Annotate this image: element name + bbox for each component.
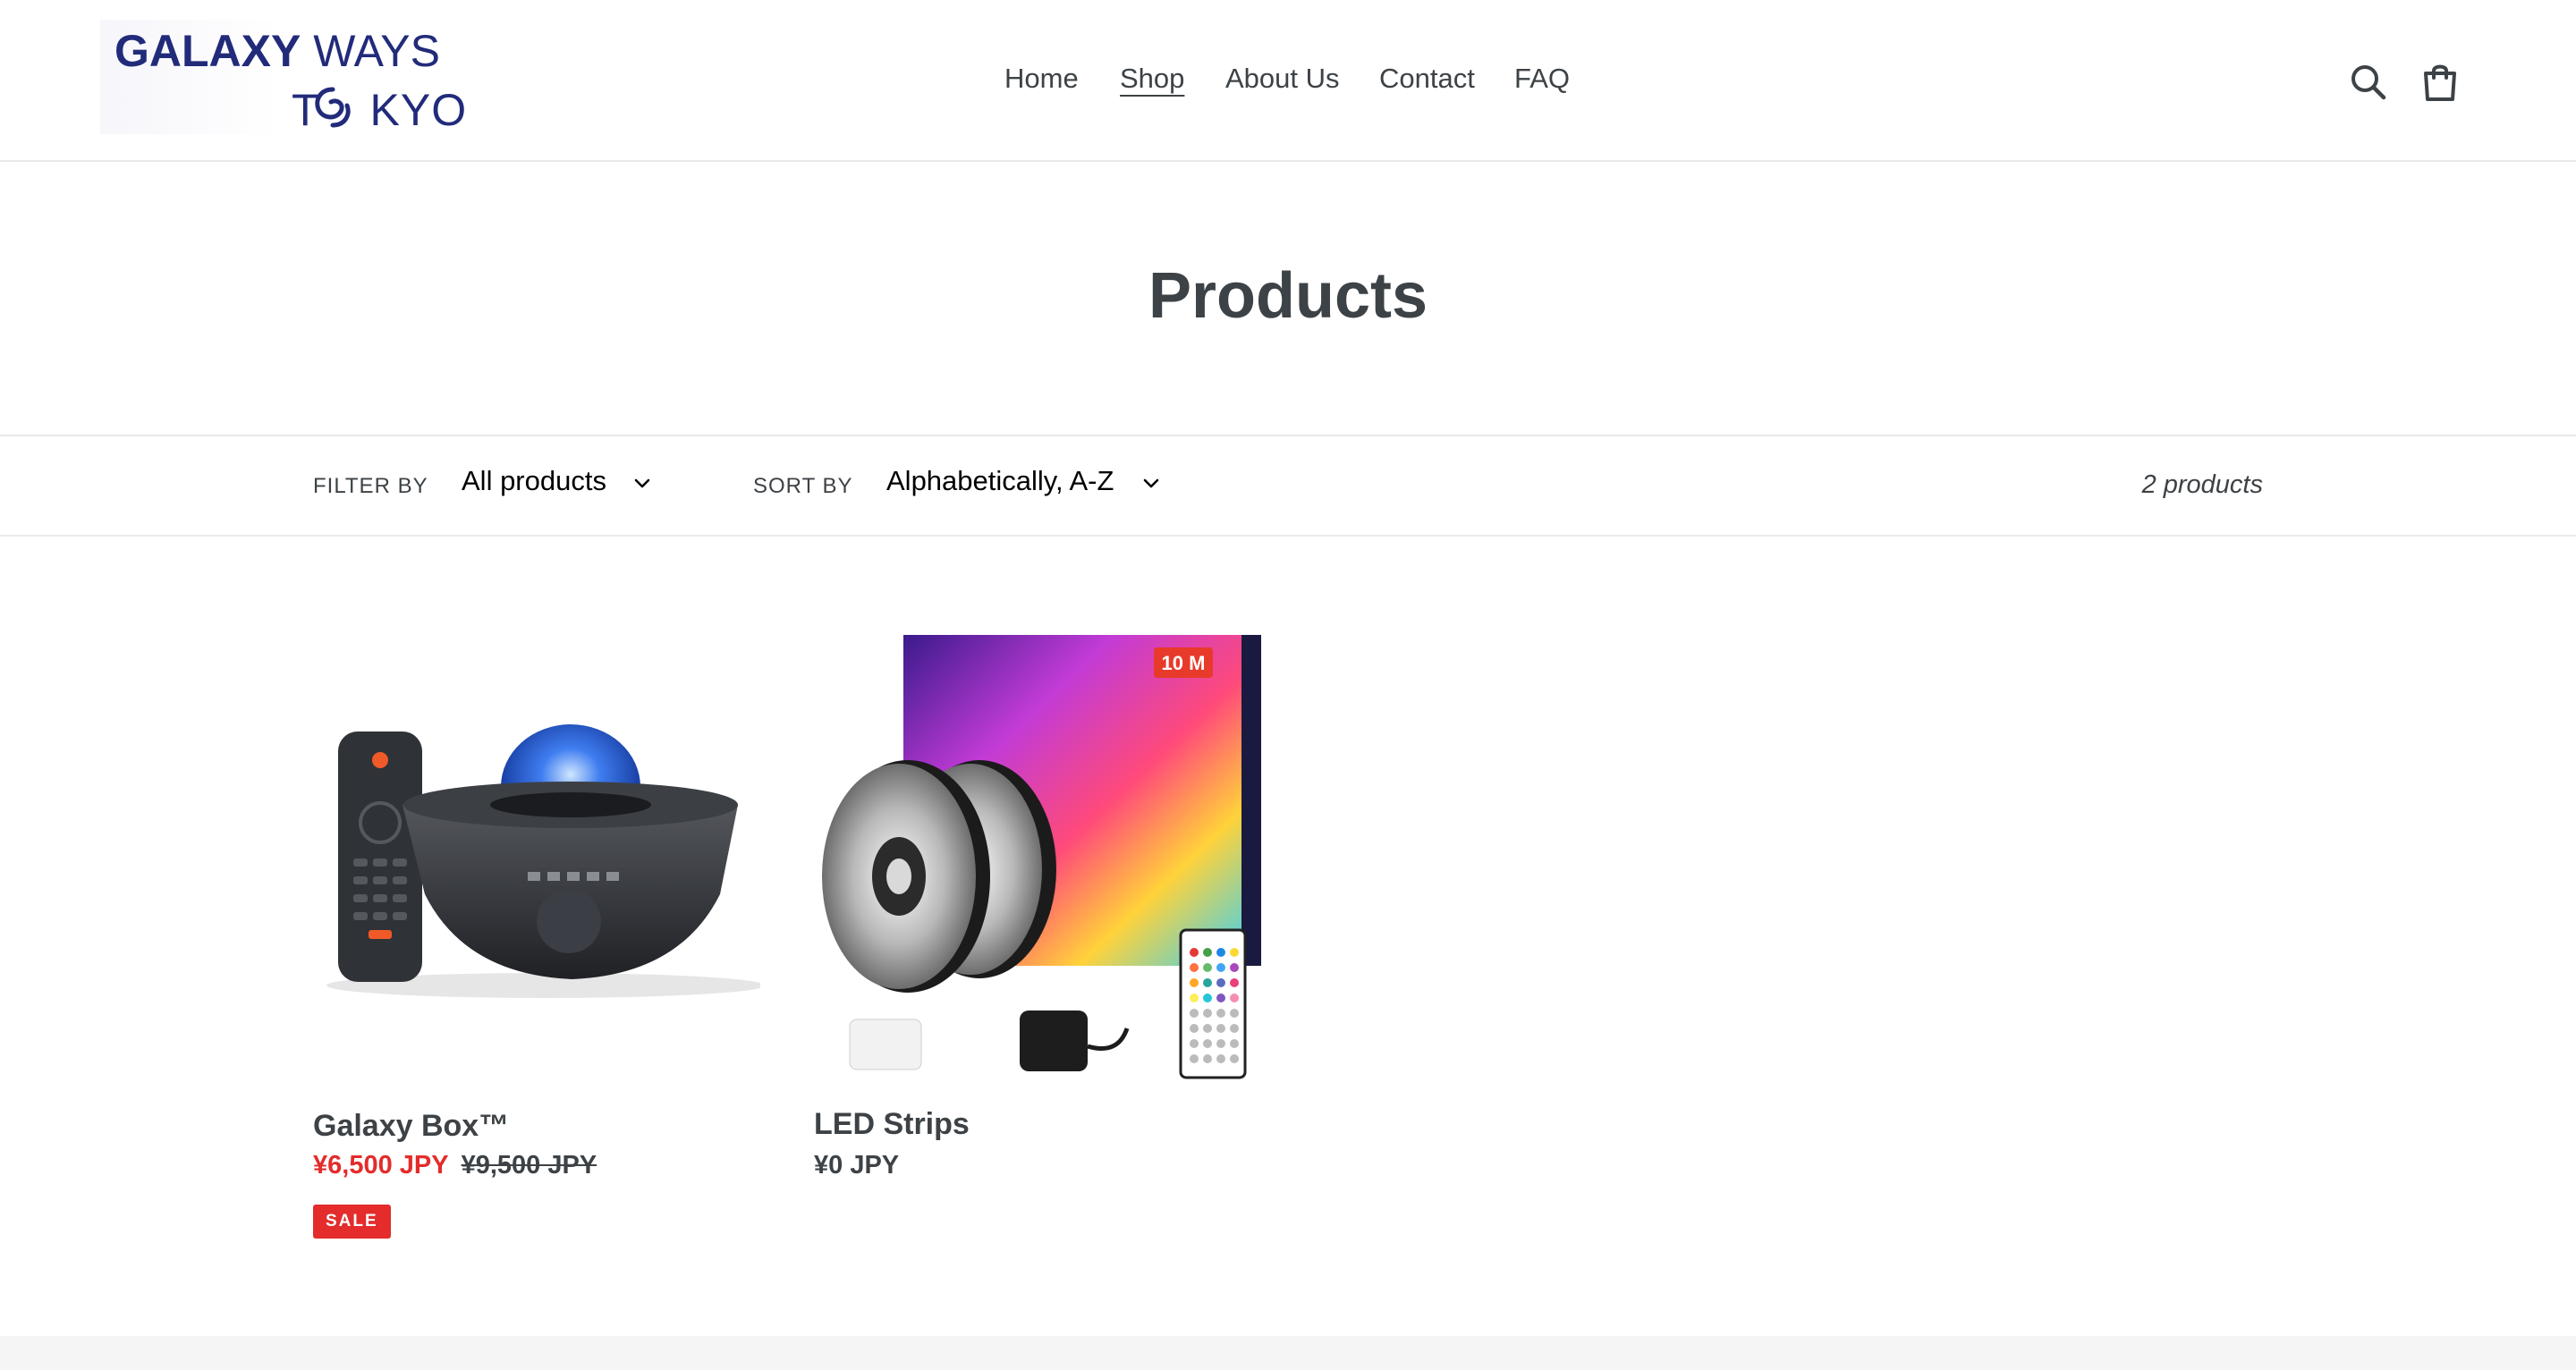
product-price-galaxy-box: ¥6,500 JPY ¥9,500 JPY [313, 1151, 597, 1180]
product-image-galaxy-box[interactable] [313, 626, 765, 1073]
product-card-galaxy-box[interactable]: Galaxy Box™ ¥6,500 JPY ¥9,500 JPY SALE [313, 626, 765, 1252]
chevron-down-icon [1143, 478, 1159, 488]
sort-by-label: SORT BY [753, 474, 853, 498]
search-button[interactable] [2343, 57, 2394, 107]
cart-button[interactable] [2415, 57, 2465, 107]
main-nav: Home Shop About Us Contact FAQ [0, 63, 2576, 98]
nav-faq[interactable]: FAQ [1514, 63, 1570, 95]
product-title-led-strips[interactable]: LED Strips [814, 1107, 970, 1142]
search-icon [2351, 65, 2386, 100]
galaxy-projector-image [326, 724, 765, 998]
nav-contact[interactable]: Contact [1379, 63, 1475, 95]
product-title-galaxy-box[interactable]: Galaxy Box™ [313, 1109, 509, 1144]
sale-price: ¥6,500 JPY [313, 1151, 449, 1180]
product-price-led-strips: ¥0 JPY [814, 1151, 899, 1180]
filter-select[interactable]: All products [462, 465, 658, 504]
led-strips-image: 10 M [822, 635, 1265, 1079]
nav-home[interactable]: Home [1004, 63, 1079, 95]
product-count: 2 products [2141, 470, 2263, 499]
footer-top-edge [0, 1336, 2576, 1370]
product-image-led-strips[interactable]: 10 M [814, 635, 1265, 1082]
cart-icon [2424, 64, 2456, 101]
chevron-down-icon [634, 478, 650, 488]
sort-select-value: Alphabetically, A-Z [886, 465, 1114, 496]
filter-select-value: All products [462, 465, 606, 496]
collection-filter-bar: FILTER BY All products SORT BY Alphabeti… [0, 435, 2576, 537]
nav-about-us[interactable]: About Us [1225, 63, 1340, 95]
original-price: ¥9,500 JPY [461, 1151, 597, 1180]
sale-badge: SALE [313, 1205, 391, 1239]
regular-price: ¥0 JPY [814, 1151, 900, 1180]
site-header: GALAXY WAYS T KYO Home Shop About Us Cont… [0, 0, 2576, 162]
filter-by-label: FILTER BY [313, 474, 428, 498]
page-title: Products [1148, 260, 1428, 332]
length-tag: 10 M [1162, 652, 1206, 674]
nav-shop[interactable]: Shop [1120, 63, 1184, 95]
sort-select[interactable]: Alphabetically, A-Z [886, 465, 1173, 504]
product-card-led-strips[interactable]: 10 M LED Strips ¥0 JPY [814, 626, 1265, 1198]
